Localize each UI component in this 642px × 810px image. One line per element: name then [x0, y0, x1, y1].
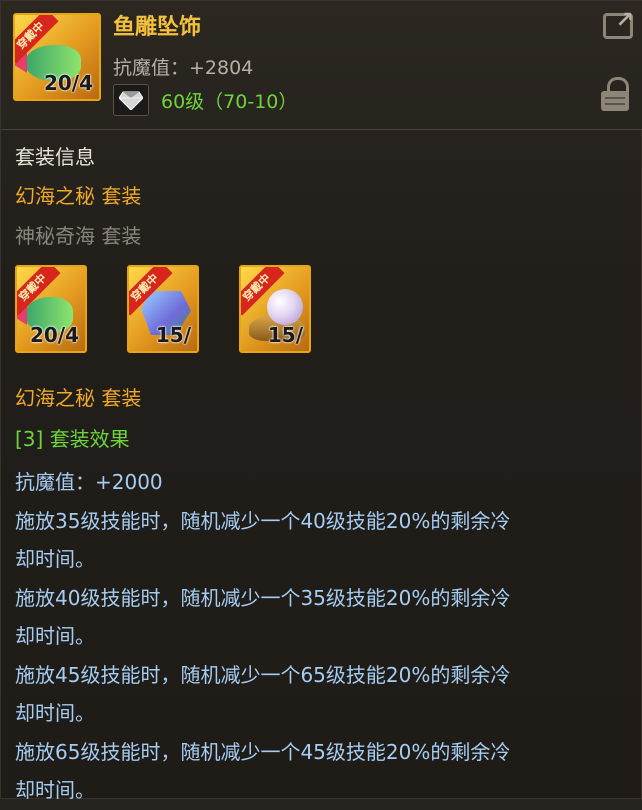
piece-level: 15/	[267, 323, 303, 347]
piece-level: 15/	[155, 323, 191, 347]
gem-row: 60级（70-10）	[113, 84, 298, 116]
share-button[interactable]	[603, 8, 634, 39]
icon-level: 20/4	[43, 71, 93, 95]
lock-body	[601, 91, 629, 111]
set-piece-3[interactable]: 穿戴中 15/	[239, 265, 311, 353]
tooltip-header: 穿戴中 20/4 鱼雕坠饰 抗魔值：+2804 60级（70-10）	[1, 1, 642, 130]
effect-line: 却时间。	[15, 701, 95, 725]
item-name: 鱼雕坠饰	[113, 15, 202, 40]
set-effect-description: 抗魔值：+2000 施放35级技能时，随机减少一个40级技能20%的剩余冷 却时…	[15, 463, 630, 810]
piece-level: 20/4	[29, 323, 79, 347]
set-piece-1[interactable]: 穿戴中 20/4	[15, 265, 87, 353]
effect-line: 施放35级技能时，随机减少一个40级技能20%的剩余冷	[15, 508, 511, 533]
effect-line: 施放45级技能时，随机减少一个65级技能20%的剩余冷	[15, 662, 511, 687]
effect-line: 却时间。	[15, 547, 95, 571]
item-icon[interactable]: 穿戴中 20/4	[13, 13, 101, 101]
effect-line: 抗魔值：+2000	[15, 470, 163, 494]
set-name-repeat: 幻海之秘 套装	[15, 386, 142, 410]
item-stat: 抗魔值：+2804	[113, 57, 254, 79]
lock-button[interactable]	[601, 77, 629, 113]
inactive-set-name: 神秘奇海 套装	[15, 224, 142, 248]
set-info-section: 套装信息 幻海之秘 套装 神秘奇海 套装 穿戴中 20/4 穿戴中 15/ 穿戴…	[15, 141, 630, 810]
active-set-name: 幻海之秘 套装	[15, 184, 142, 208]
set-piece-2[interactable]: 穿戴中 15/	[127, 265, 199, 353]
gem-icon	[113, 84, 149, 116]
set-pieces-row: 穿戴中 20/4 穿戴中 15/ 穿戴中 15/	[15, 265, 630, 383]
effect-line: 施放65级技能时，随机减少一个45级技能20%的剩余冷	[15, 739, 511, 764]
pearl-icon	[267, 289, 303, 325]
item-tooltip: 穿戴中 20/4 鱼雕坠饰 抗魔值：+2804 60级（70-10） 套装信息 …	[0, 0, 642, 802]
set-info-title: 套装信息	[15, 145, 95, 169]
effect-line: 却时间。	[15, 778, 95, 802]
effect-line: 却时间。	[15, 624, 95, 648]
effect-line: 施放40级技能时，随机减少一个35级技能20%的剩余冷	[15, 585, 511, 610]
level-requirement: 60级（70-10）	[161, 90, 298, 113]
set-effect-title: [3] 套装效果	[15, 427, 130, 451]
